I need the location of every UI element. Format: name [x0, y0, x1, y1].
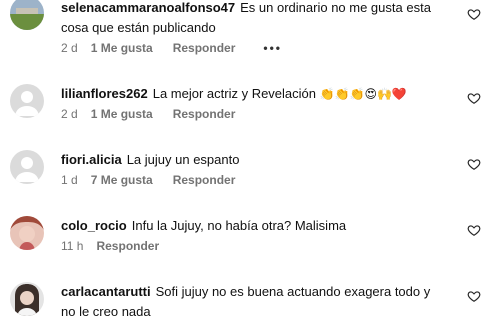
- comment-text-continued: cosa que están publicando: [61, 20, 216, 35]
- username[interactable]: colo_rocio: [61, 218, 127, 233]
- comment-meta: 11 h Responder: [61, 239, 461, 253]
- more-options-icon[interactable]: •••: [263, 41, 282, 55]
- reply-button[interactable]: Responder: [173, 107, 236, 121]
- avatar[interactable]: [10, 0, 44, 30]
- username[interactable]: carlacantarutti: [61, 284, 151, 299]
- comment-text: carlacantarutti Sofi jujuy no es buena ac…: [61, 284, 431, 299]
- like-heart-icon[interactable]: [467, 289, 481, 303]
- likes-count[interactable]: 7 Me gusta: [91, 173, 153, 187]
- reply-button[interactable]: Responder: [173, 41, 236, 55]
- timestamp[interactable]: 1 d: [61, 173, 78, 187]
- comment-text: selenacammaranoalfonso47 Es un ordinario …: [61, 0, 431, 15]
- timestamp[interactable]: 2 d: [61, 41, 78, 55]
- username[interactable]: fiori.alicia: [61, 152, 122, 167]
- reply-button[interactable]: Responder: [173, 173, 236, 187]
- like-heart-icon[interactable]: [467, 91, 481, 105]
- comment-text: colo_rocio Infu la Jujuy, no había otra? …: [61, 218, 347, 233]
- likes-count[interactable]: 1 Me gusta: [91, 107, 153, 121]
- comment-meta: 2 d 1 Me gusta Responder •••: [61, 41, 461, 55]
- avatar[interactable]: [10, 216, 44, 250]
- like-heart-icon[interactable]: [467, 157, 481, 171]
- comment-text-continued: no le creo nada: [61, 304, 151, 319]
- comment-meta: 1 d 7 Me gusta Responder: [61, 173, 461, 187]
- avatar[interactable]: [10, 150, 44, 184]
- likes-count[interactable]: 1 Me gusta: [91, 41, 153, 55]
- emojis: 👏👏👏😍🙌❤️: [319, 87, 407, 101]
- comment-text: lilianflores262 La mejor actriz y Revelac…: [61, 86, 407, 101]
- username[interactable]: lilianflores262: [61, 86, 148, 101]
- avatar[interactable]: [10, 84, 44, 118]
- comment-text: fiori.alicia La jujuy un espanto: [61, 152, 240, 167]
- timestamp[interactable]: 11 h: [61, 239, 83, 253]
- comment-meta: 2 d 1 Me gusta Responder: [61, 107, 461, 121]
- like-heart-icon[interactable]: [467, 7, 481, 21]
- like-heart-icon[interactable]: [467, 223, 481, 237]
- timestamp[interactable]: 2 d: [61, 107, 78, 121]
- username[interactable]: selenacammaranoalfonso47: [61, 0, 235, 15]
- reply-button[interactable]: Responder: [96, 239, 159, 253]
- avatar[interactable]: [10, 282, 44, 316]
